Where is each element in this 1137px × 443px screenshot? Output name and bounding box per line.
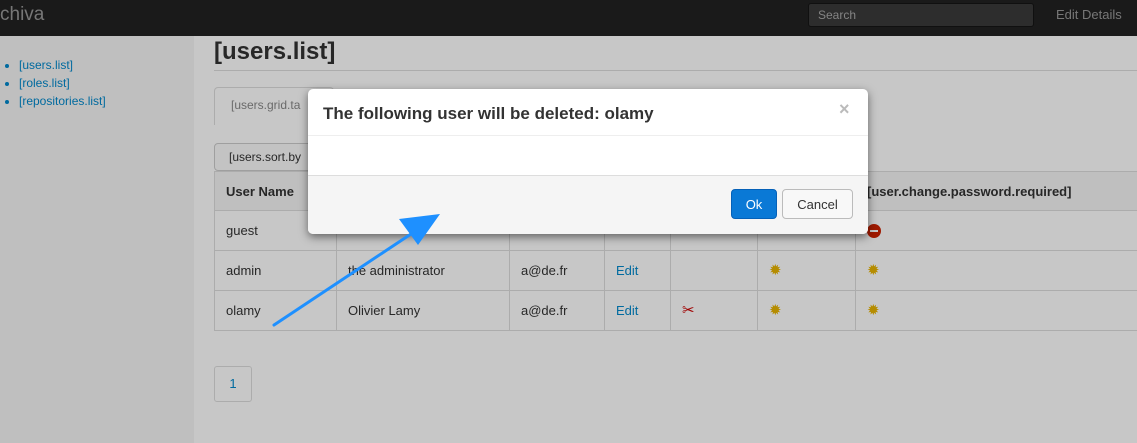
annotation-arrow-icon	[272, 214, 440, 327]
